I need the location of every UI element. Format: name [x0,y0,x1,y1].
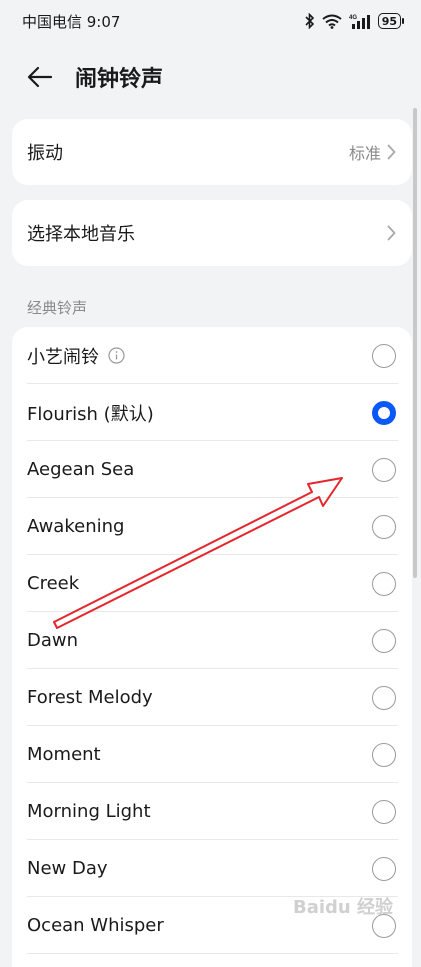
radio-button[interactable] [372,572,396,596]
ringtone-item[interactable]: Forest Melody [12,669,412,726]
ringtone-item-left: New Day [27,858,108,879]
radio-button[interactable] [372,515,396,539]
ringtone-item-left: 小艺闹铃 [27,343,125,369]
info-icon[interactable] [108,347,125,364]
ringtone-label: Flourish (默认) [27,400,154,426]
radio-button[interactable] [372,458,396,482]
radio-button[interactable] [372,629,396,653]
ringtone-item-left: Moment [27,744,101,765]
ringtone-item[interactable]: 小艺闹铃 [12,327,412,384]
ringtone-label: Forest Melody [27,687,153,708]
local-music-chevron-group [387,225,396,241]
ringtone-label: New Day [27,858,108,879]
ringtone-item-left: Dawn [27,630,78,651]
ringtone-label: Dawn [27,630,78,651]
ringtone-label: Creek [27,573,79,594]
radio-button[interactable] [372,686,396,710]
ringtone-item-left: Creek [27,573,79,594]
ringtone-label: Awakening [27,516,124,537]
radio-button[interactable] [372,800,396,824]
radio-button-checked[interactable] [372,401,396,425]
ringtone-item-left: Aegean Sea [27,459,134,480]
vibration-card: 振动 标准 [12,119,412,185]
ringtone-item-left: Forest Melody [27,687,153,708]
arrow-left-icon [27,66,53,88]
chevron-right-icon [387,225,396,241]
status-icons: 4G 95 [305,13,401,29]
ringtone-label: Morning Light [27,801,151,822]
vibration-label: 振动 [27,139,63,165]
chevron-right-icon [387,144,396,160]
ringtone-item[interactable]: Dawn [12,612,412,669]
battery-level: 95 [382,15,397,28]
ringtone-label: 小艺闹铃 [27,343,99,369]
wifi-icon [322,14,342,29]
ringtone-item[interactable]: Morning Light [12,783,412,840]
battery-icon: 95 [378,13,401,29]
ringtone-item-left: Ocean Whisper [27,915,164,936]
vibration-row[interactable]: 振动 标准 [12,119,412,185]
scrollbar[interactable] [413,108,417,578]
radio-button[interactable] [372,857,396,881]
ringtone-label: Ocean Whisper [27,915,164,936]
svg-text:4G: 4G [349,15,357,21]
header: 闹钟铃声 [0,52,421,102]
ringtone-label: Moment [27,744,101,765]
back-button[interactable] [10,52,70,102]
ringtone-item-left: Flourish (默认) [27,400,154,426]
section-title: 经典铃声 [27,297,87,318]
ringtone-item[interactable]: Creek [12,555,412,612]
status-bar: 中国电信 9:07 4G 95 [0,0,421,42]
local-music-row[interactable]: 选择本地音乐 [12,200,412,266]
ringtone-item-left: Awakening [27,516,124,537]
vibration-value: 标准 [349,140,381,164]
ringtone-item[interactable]: New Day [12,840,412,897]
ringtone-item-left: Morning Light [27,801,151,822]
local-music-label: 选择本地音乐 [27,220,135,246]
local-music-card: 选择本地音乐 [12,200,412,266]
bluetooth-icon [305,13,315,29]
cellular-4g-icon: 4G [349,13,371,29]
carrier-time: 中国电信 9:07 [22,11,120,32]
ringtone-item[interactable]: Aegean Sea [12,441,412,498]
radio-button[interactable] [372,743,396,767]
ringtone-item[interactable]: Flourish (默认) [12,384,412,441]
ringtone-list: 小艺闹铃 Flourish (默认) Aegean Sea Awakening Cree… [12,327,412,967]
ringtone-item[interactable]: Awakening [12,498,412,555]
watermark: Baidu 经验 [293,893,393,919]
radio-button[interactable] [372,344,396,368]
ringtone-item[interactable]: Moment [12,726,412,783]
ringtone-label: Aegean Sea [27,459,134,480]
page-title: 闹钟铃声 [75,61,163,93]
vibration-value-group: 标准 [349,140,396,164]
